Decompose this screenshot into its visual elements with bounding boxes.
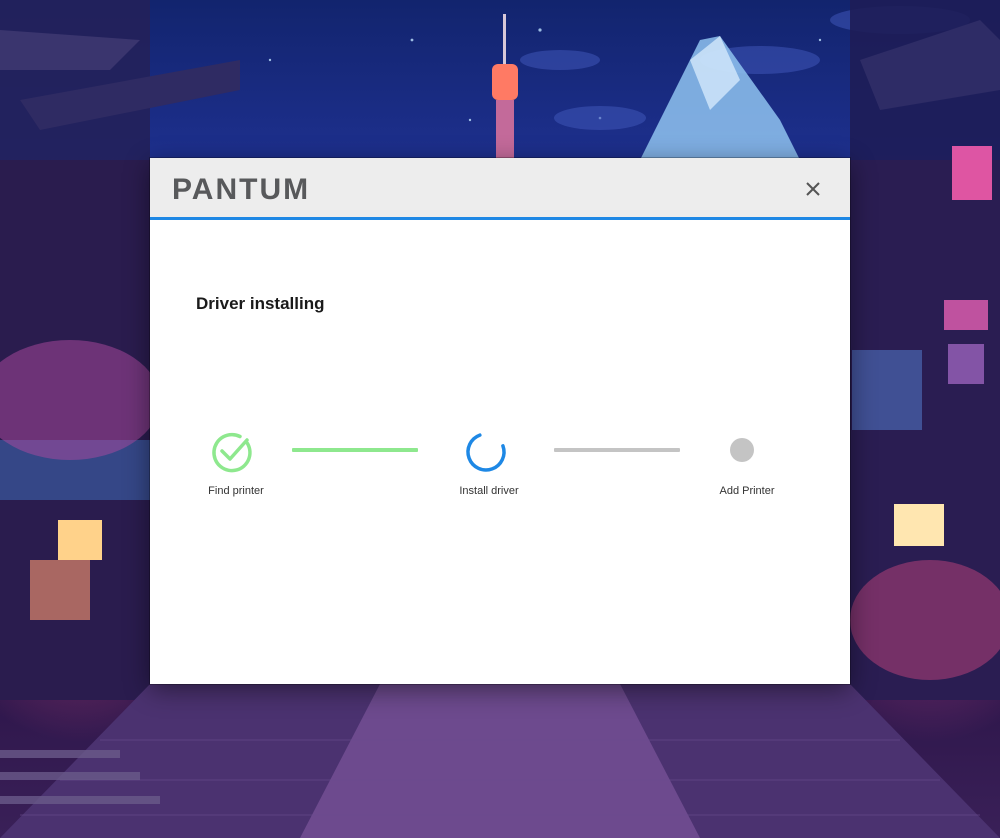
step-connector-complete	[292, 448, 418, 452]
dialog-titlebar: PANTUM	[150, 158, 850, 220]
spinner-icon	[466, 433, 506, 472]
checkmark-circle-icon	[212, 432, 252, 473]
page-title: Driver installing	[196, 294, 325, 313]
step-connector-pending	[554, 448, 680, 452]
pantum-logo: PANTUM	[172, 173, 311, 206]
step-find-printer	[210, 429, 254, 473]
pending-dot-icon	[730, 438, 754, 462]
close-icon	[806, 182, 820, 196]
step-label-find-printer: Find printer	[208, 485, 264, 497]
step-install-driver	[464, 430, 508, 474]
step-label-add-printer: Add Printer	[719, 485, 775, 497]
installer-dialog: PANTUM Driver installing Find printer In…	[150, 158, 850, 684]
step-label-install-driver: Install driver	[459, 485, 519, 497]
close-button[interactable]	[800, 176, 826, 202]
step-add-printer	[730, 438, 754, 462]
